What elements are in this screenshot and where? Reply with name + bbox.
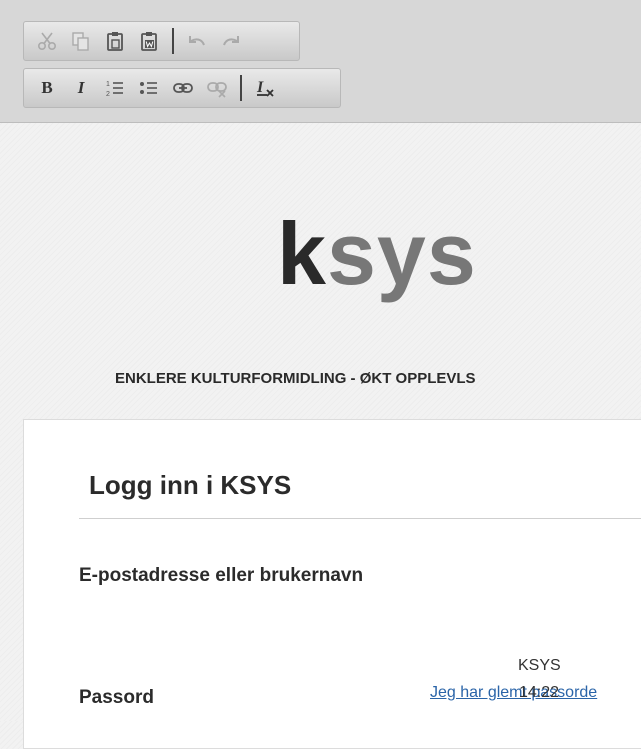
redo-icon[interactable] <box>218 28 244 54</box>
logo-letters-sys: sys <box>326 204 477 303</box>
undo-icon[interactable] <box>184 28 210 54</box>
username-label: E-postadresse eller brukernavn <box>79 565 364 586</box>
paste-icon[interactable] <box>102 28 128 54</box>
unlink-icon[interactable] <box>204 75 230 101</box>
bold-button[interactable]: B <box>34 75 60 101</box>
svg-text:2: 2 <box>106 91 110 98</box>
toolbar-separator <box>240 75 242 101</box>
editor-toolbar: B I 1 2 I <box>0 0 641 123</box>
toolbar-group-formatting: B I 1 2 I <box>23 68 341 108</box>
tagline: ENKLERE KULTURFORMIDLING - ØKT OPPLEVLS <box>115 370 476 387</box>
ksys-logo: ksys <box>277 204 477 304</box>
bulleted-list-icon[interactable] <box>136 75 162 101</box>
logo-letter-k: k <box>277 204 327 303</box>
link-icon[interactable] <box>170 75 196 101</box>
paste-from-word-icon[interactable] <box>136 28 162 54</box>
login-title: Logg inn i KSYS <box>89 470 292 500</box>
svg-text:I: I <box>256 79 264 96</box>
cut-icon[interactable] <box>34 28 60 54</box>
forgot-password-link[interactable]: Jeg har glemt passorde <box>430 684 597 702</box>
footer-time: 14:22 <box>519 684 560 701</box>
numbered-list-icon[interactable]: 1 2 <box>102 75 128 101</box>
copy-icon[interactable] <box>68 28 94 54</box>
toolbar-group-clipboard <box>23 21 300 61</box>
title-divider <box>79 518 641 519</box>
footer-brand: KSYS <box>518 657 561 674</box>
password-label: Passord <box>79 687 154 708</box>
italic-button[interactable]: I <box>68 75 94 101</box>
svg-text:1: 1 <box>106 81 110 88</box>
remove-format-icon[interactable]: I <box>252 75 278 101</box>
toolbar-separator <box>172 28 174 54</box>
